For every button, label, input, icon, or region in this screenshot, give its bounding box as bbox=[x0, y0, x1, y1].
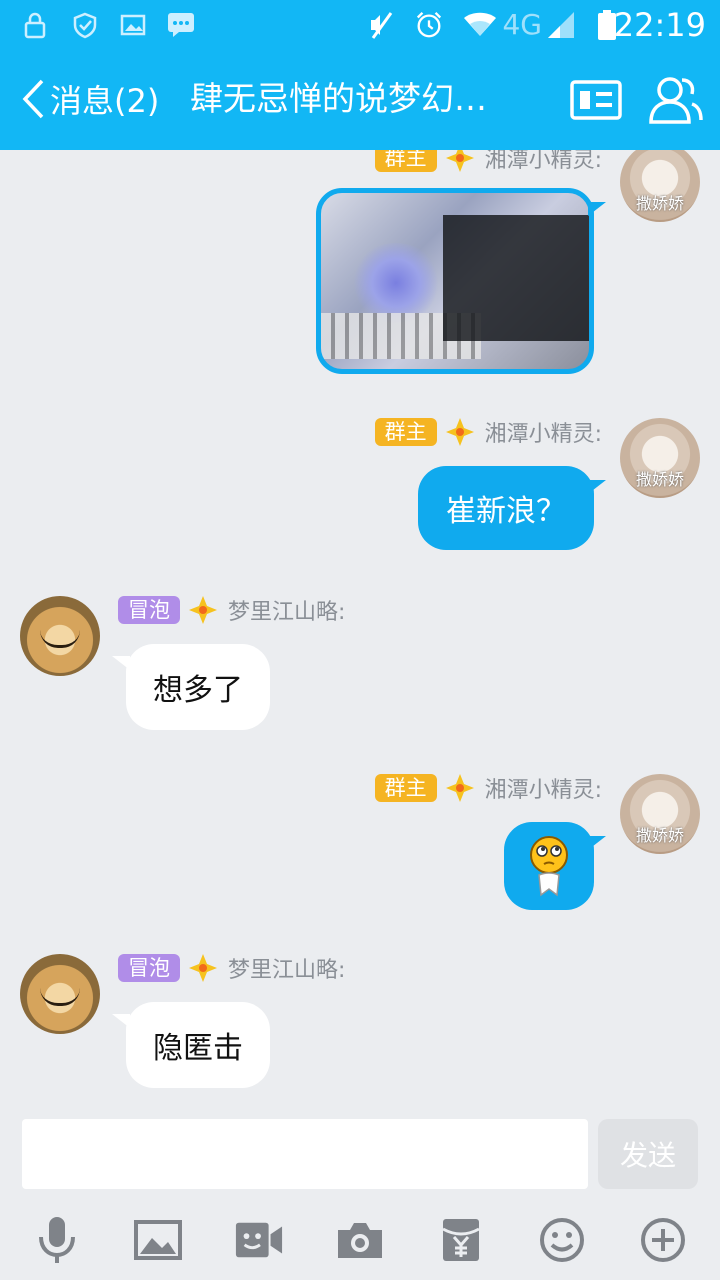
signal-icon bbox=[546, 10, 576, 40]
image-icon bbox=[118, 10, 148, 40]
game-screenshot-panel bbox=[443, 215, 589, 341]
chat-header: 消息(2) 肆无忌惮的说梦幻… bbox=[0, 62, 720, 142]
chevron-left-icon bbox=[22, 79, 44, 119]
network-type: 4G bbox=[502, 8, 542, 41]
sender-name: 梦里江山略: bbox=[228, 958, 346, 983]
plus-icon bbox=[641, 1218, 685, 1262]
level-star-icon bbox=[189, 596, 217, 624]
sender-name: 湘潭小精灵: bbox=[484, 422, 602, 447]
message-bubble[interactable]: 隐匿击 bbox=[126, 1002, 270, 1088]
avatar[interactable]: 撒娇娇 bbox=[620, 774, 700, 854]
profile-card-icon bbox=[570, 80, 622, 120]
more-button[interactable] bbox=[638, 1215, 688, 1265]
avatar-caption: 撒娇娇 bbox=[635, 826, 684, 845]
sender-name: 湘潭小精灵: bbox=[484, 778, 602, 803]
back-label: 消息(2) bbox=[50, 82, 160, 120]
level-star-icon bbox=[445, 150, 474, 172]
group-members-button[interactable] bbox=[648, 72, 704, 128]
emoji-icon bbox=[540, 1218, 584, 1262]
profile-card-button[interactable] bbox=[570, 78, 622, 122]
sender-line: 群主 湘潭小精灵: bbox=[374, 150, 602, 174]
sender-name: 梦里江山略: bbox=[228, 600, 346, 625]
level-star-icon bbox=[445, 418, 474, 446]
message-bubble[interactable]: 想多了 bbox=[126, 644, 270, 730]
picture-icon bbox=[134, 1220, 182, 1260]
voice-button[interactable] bbox=[32, 1215, 82, 1265]
sender-line: 冒泡 梦里江山略: bbox=[118, 594, 345, 626]
microphone-icon bbox=[39, 1217, 75, 1263]
sender-line: 群主 湘潭小精灵: bbox=[374, 416, 602, 448]
mute-icon bbox=[366, 10, 396, 40]
thinking-face-icon bbox=[530, 836, 568, 897]
chat-messages[interactable]: 群主 湘潭小精灵: 撒娇娇 群主 湘潭小精灵: 撒娇娇 崔新浪？ 冒泡 梦里江山… bbox=[0, 150, 720, 1105]
camera-button[interactable] bbox=[335, 1215, 385, 1265]
video-call-button[interactable] bbox=[234, 1215, 284, 1265]
wifi-icon bbox=[462, 10, 498, 40]
avatar[interactable] bbox=[20, 954, 100, 1034]
clock: 22:19 bbox=[613, 6, 706, 44]
back-button[interactable]: 消息(2) bbox=[20, 74, 159, 124]
level-star-icon bbox=[445, 774, 474, 802]
avatar-caption: 撒娇娇 bbox=[635, 194, 684, 213]
member-badge: 冒泡 bbox=[118, 596, 180, 624]
emoji-button[interactable] bbox=[537, 1215, 587, 1265]
member-badge: 冒泡 bbox=[118, 954, 180, 982]
status-bar: 4G 22:19 bbox=[0, 0, 720, 52]
send-button[interactable]: 发送 bbox=[598, 1119, 698, 1189]
sender-line: 冒泡 梦里江山略: bbox=[118, 952, 345, 984]
level-star-icon bbox=[189, 954, 217, 982]
avatar[interactable]: 撒娇娇 bbox=[620, 418, 700, 498]
owner-badge: 群主 bbox=[374, 418, 437, 446]
page-title[interactable]: 肆无忌惮的说梦幻… bbox=[190, 74, 540, 124]
avatar[interactable] bbox=[20, 596, 100, 676]
video-call-icon bbox=[235, 1222, 283, 1258]
shield-icon bbox=[70, 10, 100, 40]
message-icon bbox=[166, 10, 196, 40]
group-members-icon bbox=[649, 77, 703, 124]
avatar-caption: 撒娇娇 bbox=[635, 470, 684, 489]
input-bar: 发送 bbox=[0, 1105, 720, 1280]
sender-name: 湘潭小精灵: bbox=[484, 150, 602, 173]
camera-icon bbox=[338, 1223, 382, 1258]
image-message[interactable] bbox=[316, 188, 594, 374]
message-input[interactable] bbox=[22, 1119, 588, 1189]
avatar[interactable]: 撒娇娇 bbox=[620, 150, 700, 222]
message-bubble[interactable]: 崔新浪？ bbox=[418, 466, 594, 550]
red-packet-button[interactable] bbox=[436, 1215, 486, 1265]
owner-badge: 群主 bbox=[374, 150, 437, 172]
sender-line: 群主 湘潭小精灵: bbox=[374, 772, 602, 804]
lock-icon bbox=[20, 10, 50, 40]
photo-button[interactable] bbox=[133, 1215, 183, 1265]
top-bar: 4G 22:19 消息(2) 肆无忌惮的说梦幻… bbox=[0, 0, 720, 150]
emoji-message[interactable] bbox=[504, 822, 594, 910]
owner-badge: 群主 bbox=[374, 774, 437, 802]
alarm-icon bbox=[414, 10, 444, 40]
red-packet-icon bbox=[442, 1219, 480, 1261]
